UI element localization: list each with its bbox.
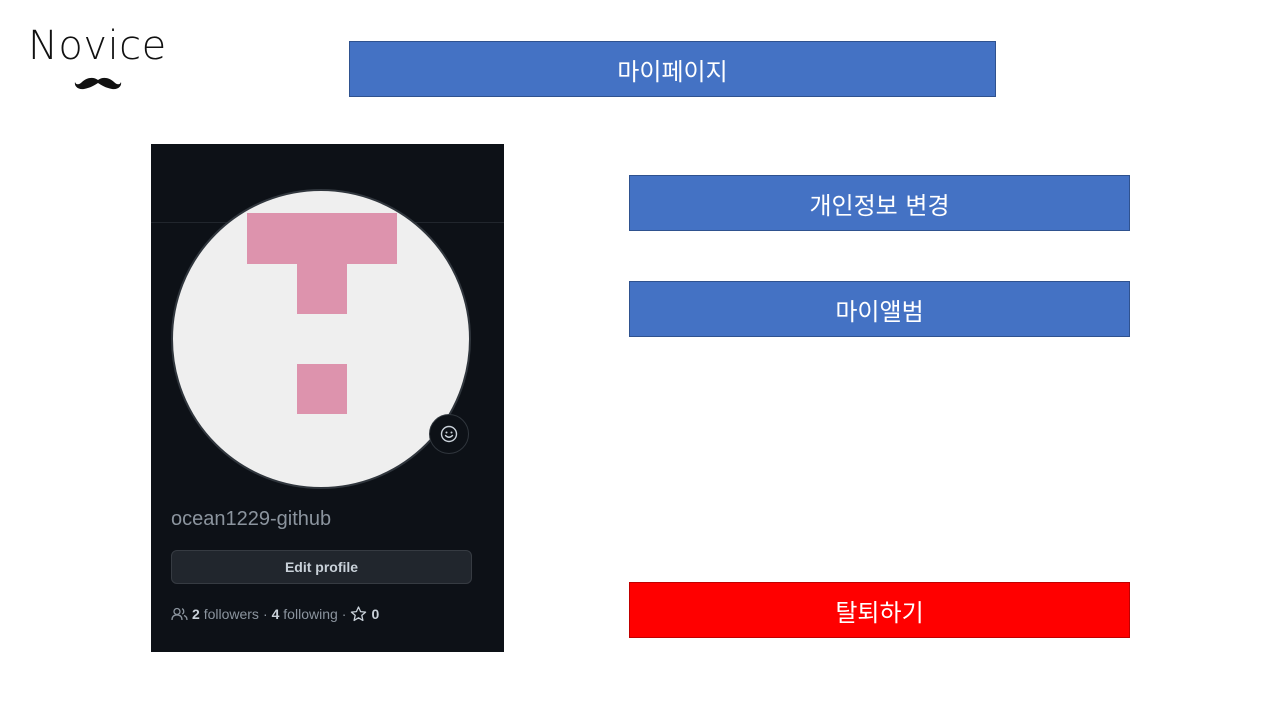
logo: Novice bbox=[28, 24, 170, 96]
following-link[interactable]: 4 following bbox=[272, 606, 338, 622]
identicon-avatar bbox=[247, 213, 397, 414]
edit-profile-button[interactable]: Edit profile bbox=[171, 550, 472, 584]
logo-text: Novice bbox=[28, 23, 167, 69]
star-icon bbox=[351, 606, 367, 622]
followers-label: followers bbox=[203, 606, 259, 622]
mustache-icon bbox=[74, 77, 122, 90]
separator: · bbox=[341, 606, 347, 622]
username: ocean1229-github bbox=[171, 508, 332, 530]
change-personal-info-button[interactable]: 개인정보 변경 bbox=[629, 175, 1130, 231]
followers-count: 2 bbox=[192, 606, 200, 622]
set-status-button[interactable] bbox=[429, 414, 469, 454]
my-album-button[interactable]: 마이앨범 bbox=[629, 281, 1130, 337]
stars-count: 0 bbox=[371, 606, 380, 622]
smiley-icon bbox=[440, 425, 458, 443]
profile-stats: 2 followers · 4 following · 0 bbox=[171, 604, 379, 624]
withdraw-button[interactable]: 탈퇴하기 bbox=[629, 582, 1130, 638]
profile-card: ocean1229-github Edit profile 2 follower… bbox=[151, 144, 504, 652]
people-icon bbox=[171, 607, 188, 621]
stars-link[interactable]: 0 bbox=[350, 606, 379, 622]
avatar[interactable] bbox=[171, 189, 471, 489]
following-count: 4 bbox=[271, 606, 280, 622]
followers-link[interactable]: 2 followers bbox=[171, 606, 259, 622]
following-label: following bbox=[283, 606, 338, 622]
mypage-title-button[interactable]: 마이페이지 bbox=[349, 41, 996, 97]
separator: · bbox=[262, 606, 268, 622]
